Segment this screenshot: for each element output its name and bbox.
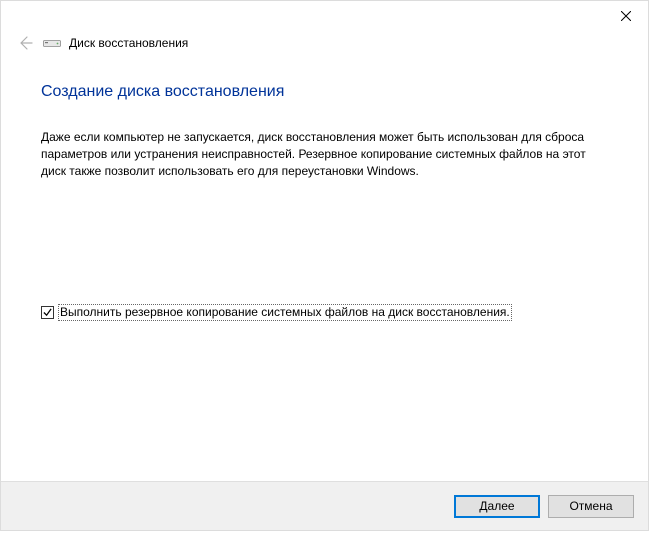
content-area: Создание диска восстановления Даже если … — [41, 83, 613, 179]
drive-icon — [43, 37, 61, 49]
page-heading: Создание диска восстановления — [41, 83, 613, 101]
page-description: Даже если компьютер не запускается, диск… — [41, 129, 613, 179]
backup-checkbox-row[interactable]: Выполнить резервное копирование системны… — [41, 304, 512, 321]
back-button[interactable] — [15, 33, 35, 53]
wizard-window: Диск восстановления Создание диска восст… — [0, 0, 649, 531]
header-bar: Диск восстановления — [15, 33, 188, 53]
backup-checkbox-label: Выполнить резервное копирование системны… — [58, 304, 512, 321]
close-button[interactable] — [603, 1, 648, 31]
checkmark-icon — [43, 308, 52, 317]
next-button[interactable]: Далее — [454, 495, 540, 518]
cancel-button[interactable]: Отмена — [548, 495, 634, 518]
window-title: Диск восстановления — [69, 36, 188, 50]
back-arrow-icon — [17, 35, 33, 51]
footer-bar: Далее Отмена — [1, 481, 648, 530]
backup-checkbox[interactable] — [41, 306, 54, 319]
close-icon — [621, 11, 631, 21]
